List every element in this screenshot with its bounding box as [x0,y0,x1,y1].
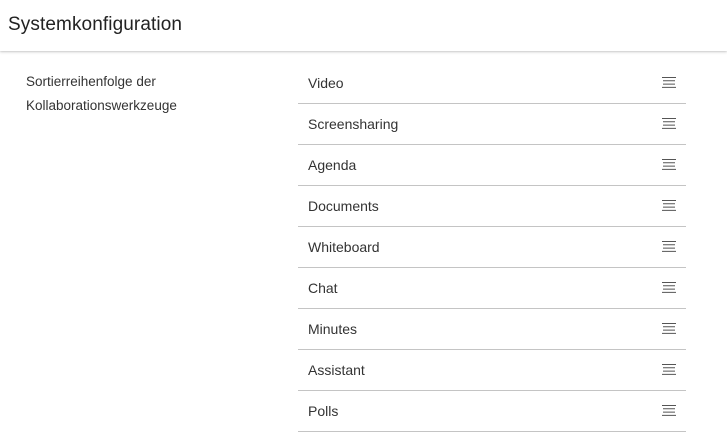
drag-handle-icon[interactable] [660,195,678,215]
sort-item-screensharing[interactable]: Screensharing [298,104,686,145]
app-header: Systemkonfiguration [0,0,727,51]
drag-handle-icon[interactable] [660,359,678,379]
sort-item-label: Agenda [308,157,357,173]
sort-item-agenda[interactable]: Agenda [298,145,686,186]
setting-label-line-1: Sortierreihenfolge der [26,74,156,89]
sort-item-video[interactable]: Video [298,63,686,104]
sort-item-polls[interactable]: Polls [298,391,686,432]
sort-item-label: Screensharing [308,116,399,132]
sort-item-assistant[interactable]: Assistant [298,350,686,391]
setting-label: Sortierreihenfolge der Kollaborationswer… [26,70,266,118]
sort-item-label: Polls [308,403,339,419]
sort-item-minutes[interactable]: Minutes [298,309,686,350]
sort-item-label: Minutes [308,321,358,337]
sort-item-label: Video [308,75,344,91]
tool-sort-list: Video Screensharing Agenda Documents Whi… [298,63,686,432]
drag-handle-icon[interactable] [660,72,678,92]
drag-handle-icon[interactable] [660,318,678,338]
drag-handle-icon[interactable] [660,400,678,420]
sort-item-documents[interactable]: Documents [298,186,686,227]
setting-label-line-2: Kollaborationswerkzeuge [26,98,177,113]
page-title: Systemkonfiguration [8,14,183,35]
drag-handle-icon[interactable] [660,277,678,297]
sort-item-label: Chat [308,280,338,296]
drag-handle-icon[interactable] [660,154,678,174]
sort-item-chat[interactable]: Chat [298,268,686,309]
drag-handle-icon[interactable] [660,113,678,133]
sort-item-label: Whiteboard [308,239,380,255]
sort-item-whiteboard[interactable]: Whiteboard [298,227,686,268]
drag-handle-icon[interactable] [660,236,678,256]
sort-item-label: Documents [308,198,379,214]
sort-item-label: Assistant [308,362,365,378]
